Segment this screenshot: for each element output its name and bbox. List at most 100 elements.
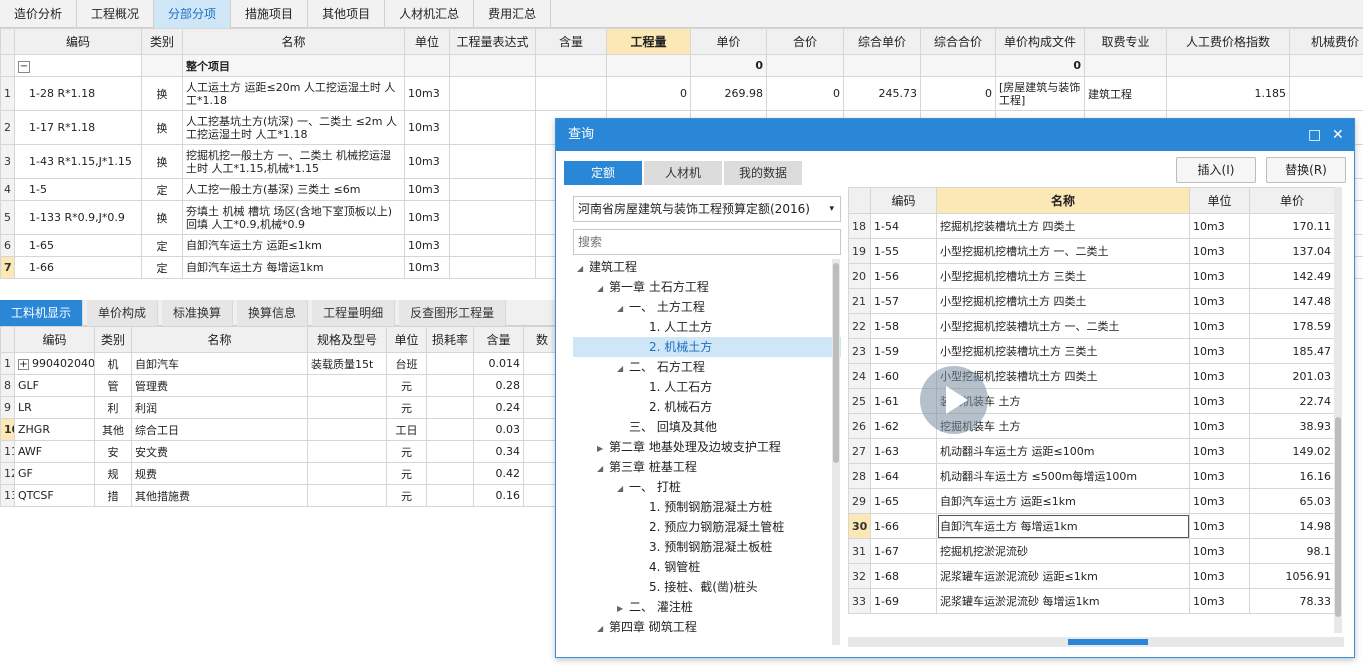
tree-node[interactable]: 4. 钢管桩: [573, 557, 841, 577]
tree-node[interactable]: ▶ 二、 灌注桩: [573, 597, 841, 617]
name-cell[interactable]: 自卸汽车运土方 每增运1km: [936, 513, 1190, 539]
result-row[interactable]: 27 1-63 机动翻斗车运土方 运距≤100m 10m3 149.02: [848, 438, 1335, 464]
detail-tab-2[interactable]: 标准换算: [162, 300, 234, 326]
column-header[interactable]: 综合合价: [920, 28, 996, 55]
tree-scroll-thumb[interactable]: [833, 263, 839, 463]
tree-scrollbar[interactable]: [832, 259, 840, 645]
column-header[interactable]: 类别: [141, 28, 183, 55]
insert-button[interactable]: 插入(I): [1176, 157, 1256, 183]
tree-node[interactable]: 2. 机械土方: [573, 337, 841, 357]
collapse-icon[interactable]: −: [18, 60, 30, 73]
result-row[interactable]: 20 1-56 小型挖掘机挖槽坑土方 三类土 10m3 142.49: [848, 263, 1335, 289]
column-header[interactable]: 含量: [535, 28, 607, 55]
name-cell[interactable]: 小型挖掘机挖槽坑土方 一、二类土: [936, 238, 1190, 264]
spec-cell[interactable]: 建筑工程: [1084, 76, 1167, 111]
code-cell[interactable]: 1-63: [870, 438, 937, 464]
code-cell[interactable]: 1-65: [14, 234, 142, 257]
result-row[interactable]: 19 1-55 小型挖掘机挖槽坑土方 一、二类土 10m3 137.04: [848, 238, 1335, 264]
tab-top-2[interactable]: 分部分项: [154, 0, 232, 28]
expr-cell[interactable]: [449, 178, 536, 201]
result-hscrollbar[interactable]: [848, 637, 1344, 647]
code-cell[interactable]: 1-55: [870, 238, 937, 264]
result-scroll-thumb[interactable]: [1335, 417, 1341, 617]
code-cell[interactable]: 1-133 R*0.9,J*0.9: [14, 200, 142, 235]
table-row[interactable]: 13QTCSF 措其他措施费 元 0.16: [0, 484, 561, 507]
tree-node[interactable]: ▶ 第二章 地基处理及边坡支护工程: [573, 437, 841, 457]
content-cell[interactable]: 0.03: [473, 418, 524, 441]
result-row[interactable]: 26 1-62 挖掘机装车 土方 10m3 38.93: [848, 413, 1335, 439]
tree-node[interactable]: ◢ 第四章 砌筑工程: [573, 617, 841, 637]
code-cell[interactable]: 1-67: [870, 538, 937, 564]
maximize-icon[interactable]: □: [1308, 119, 1321, 151]
detail-tab-0[interactable]: 工料机显示: [0, 300, 84, 326]
result-row[interactable]: 31 1-67 挖掘机挖淤泥流砂 10m3 98.1: [848, 538, 1335, 564]
expr-cell[interactable]: [449, 76, 536, 111]
name-cell[interactable]: 自卸汽车运土方 运距≤1km: [936, 488, 1190, 514]
code-cell[interactable]: 1-68: [870, 563, 937, 589]
name-cell[interactable]: 小型挖掘机挖槽坑土方 四类土: [936, 288, 1190, 314]
expr-cell[interactable]: [449, 256, 536, 279]
tab-top-0[interactable]: 造价分析: [0, 0, 78, 28]
name-cell[interactable]: 泥浆罐车运淤泥流砂 运距≤1km: [936, 563, 1190, 589]
name-cell[interactable]: 机动翻斗车运土方 运距≤100m: [936, 438, 1190, 464]
code-cell[interactable]: LR: [14, 396, 95, 419]
name-cell[interactable]: 人工运土方 运距≤20m 人工挖运湿土时 人工*1.18: [182, 76, 405, 111]
code-cell[interactable]: 1-5: [14, 178, 142, 201]
collapse-cell[interactable]: −: [14, 54, 142, 77]
name-cell[interactable]: 挖掘机挖装槽坑土方 四类土: [936, 213, 1190, 239]
code-cell[interactable]: 1-64: [870, 463, 937, 489]
result-row[interactable]: 22 1-58 小型挖掘机挖装槽坑土方 一、二类土 10m3 178.59: [848, 313, 1335, 339]
tree-node[interactable]: ◢ 一、 打桩: [573, 477, 841, 497]
result-row[interactable]: 21 1-57 小型挖掘机挖槽坑土方 四类土 10m3 147.48: [848, 288, 1335, 314]
column-header[interactable]: 名称: [131, 326, 308, 353]
column-header[interactable]: 名称: [936, 187, 1190, 214]
code-cell[interactable]: 1-43 R*1.15,J*1.15: [14, 144, 142, 179]
table-row[interactable]: 1 +990402040 机自卸汽车 装载质量15t 台班 0.014: [0, 352, 561, 375]
tree-node[interactable]: 1. 人工石方: [573, 377, 841, 397]
file-cell[interactable]: [房屋建筑与装饰工程]: [995, 76, 1085, 111]
code-cell[interactable]: 1-59: [870, 338, 937, 364]
tree-node[interactable]: 1. 人工土方: [573, 317, 841, 337]
column-header[interactable]: 单位: [404, 28, 450, 55]
dialog-tab-1[interactable]: 人材机: [644, 161, 722, 185]
table-row[interactable]: 9 LR 利利润 元 0.24: [0, 396, 561, 419]
result-scrollbar[interactable]: [1334, 187, 1342, 633]
table-row[interactable]: 11AWF 安安文费 元 0.34: [0, 440, 561, 463]
column-header[interactable]: 编码: [870, 187, 937, 214]
column-header[interactable]: 类别: [94, 326, 132, 353]
name-cell[interactable]: 自卸汽车运土方 运距≤1km: [182, 234, 405, 257]
code-cell[interactable]: 1-66: [14, 256, 142, 279]
column-header[interactable]: 名称: [182, 28, 405, 55]
tree-node[interactable]: 1. 预制钢筋混凝土方桩: [573, 497, 841, 517]
content-cell[interactable]: 0.16: [473, 484, 524, 507]
column-header[interactable]: 编码: [14, 326, 95, 353]
replace-button[interactable]: 替换(R): [1266, 157, 1346, 183]
tab-top-1[interactable]: 工程概况: [77, 0, 155, 28]
column-header[interactable]: 合价: [766, 28, 844, 55]
code-cell[interactable]: 1-57: [870, 288, 937, 314]
quota-library-select[interactable]: 河南省房屋建筑与装饰工程预算定额(2016) ▾: [573, 196, 841, 222]
column-header[interactable]: 编码: [14, 28, 142, 55]
expr-cell[interactable]: [449, 200, 536, 235]
content-cell[interactable]: 0.24: [473, 396, 524, 419]
code-cell[interactable]: GLF: [14, 374, 95, 397]
column-header[interactable]: 单价: [1249, 187, 1335, 214]
code-cell[interactable]: 1-28 R*1.18: [14, 76, 142, 111]
name-cell[interactable]: 人工挖一般土方(基深) 三类土 ≤6m: [182, 178, 405, 201]
expr-cell[interactable]: [449, 144, 536, 179]
name-cell[interactable]: 小型挖掘机挖槽坑土方 三类土: [936, 263, 1190, 289]
name-cell[interactable]: 小型挖掘机挖装槽坑土方 三类土: [936, 338, 1190, 364]
video-play-overlay[interactable]: [920, 366, 988, 434]
expr-cell[interactable]: [449, 234, 536, 257]
column-header[interactable]: 人工费价格指数: [1166, 28, 1290, 55]
result-row[interactable]: 23 1-59 小型挖掘机挖装槽坑土方 三类土 10m3 185.47: [848, 338, 1335, 364]
column-header[interactable]: 综合单价: [843, 28, 921, 55]
column-header[interactable]: 取费专业: [1084, 28, 1167, 55]
code-cell[interactable]: +990402040: [14, 352, 95, 375]
result-row[interactable]: 33 1-69 泥浆罐车运淤泥流砂 每增运1km 10m3 78.33: [848, 588, 1335, 614]
column-header[interactable]: 规格及型号: [307, 326, 387, 353]
project-row[interactable]: − 整个项目 0 0: [0, 54, 1363, 77]
name-cell[interactable]: 夯填土 机械 槽坑 场区(含地下室顶板以上)回填 人工*0.9,机械*0.9: [182, 200, 405, 235]
code-cell[interactable]: 1-65: [870, 488, 937, 514]
code-cell[interactable]: 1-17 R*1.18: [14, 110, 142, 145]
